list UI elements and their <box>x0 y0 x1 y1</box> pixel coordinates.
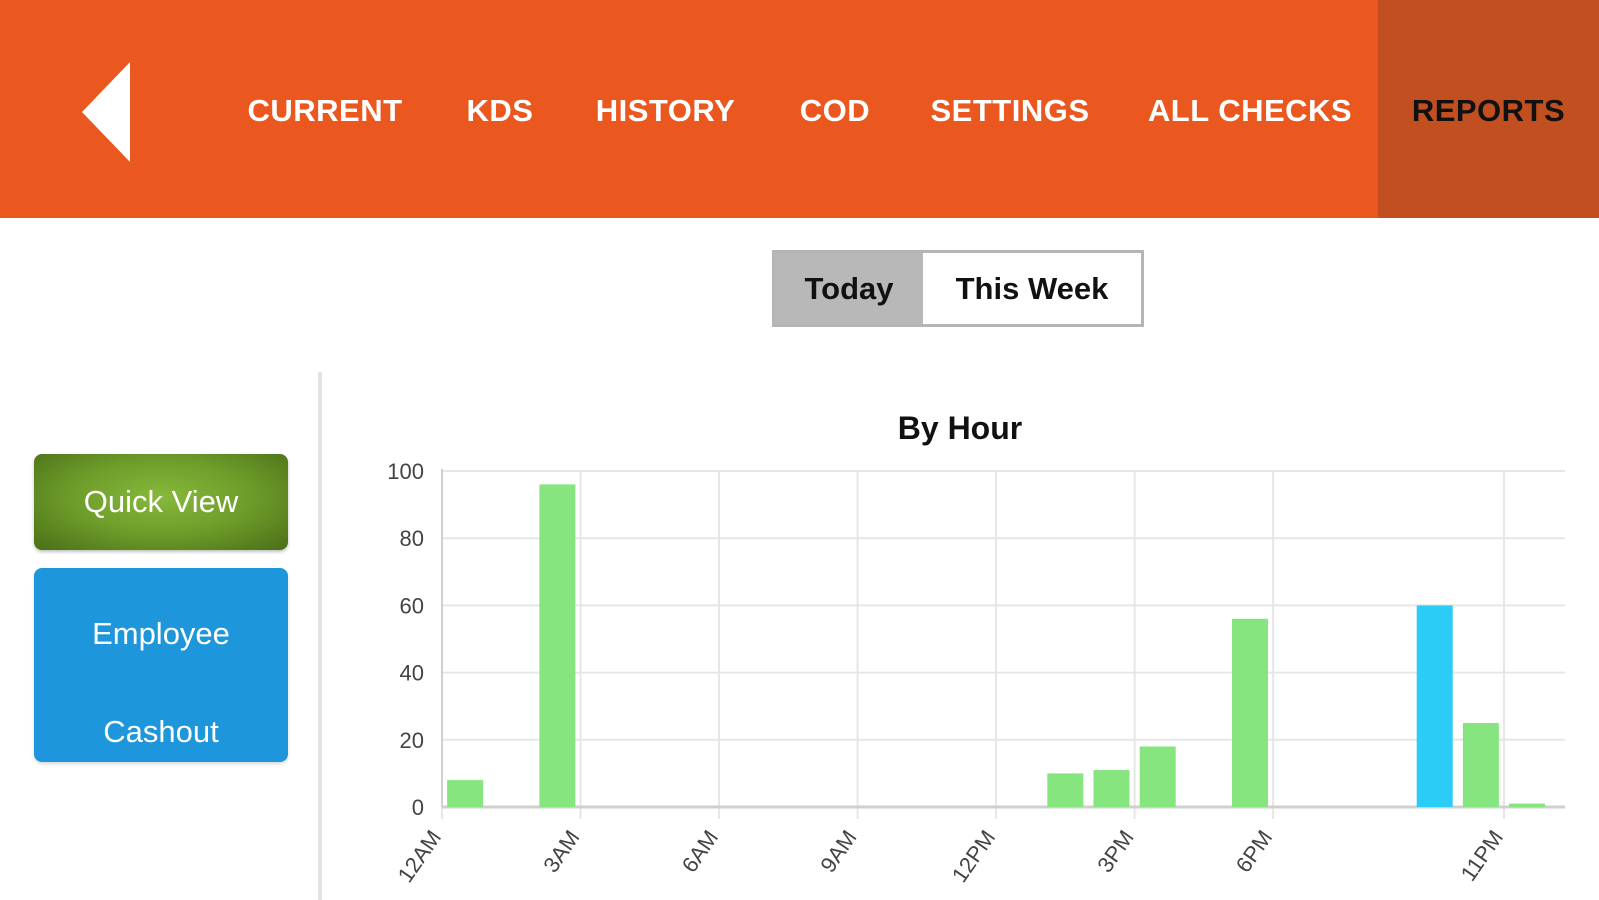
y-tick-label: 100 <box>387 459 424 484</box>
x-tick-label: 6PM <box>1231 826 1277 877</box>
nav-tab-reports[interactable]: REPORTS <box>1378 0 1599 218</box>
sidebar-divider <box>318 372 322 900</box>
period-option-this-week[interactable]: This Week <box>923 253 1141 324</box>
employee-cashout-label-line2: Cashout <box>103 714 219 749</box>
chart-bar <box>1093 770 1130 807</box>
chart-bar <box>1509 803 1546 807</box>
nav-tab-kds[interactable]: KDS <box>455 0 545 218</box>
chart-bar <box>1462 723 1499 807</box>
back-arrow-icon[interactable] <box>60 50 160 170</box>
chart-bar-highlighted <box>1416 605 1453 807</box>
x-tick-label: 12PM <box>947 826 1000 887</box>
x-tick-label: 12AM <box>393 826 446 887</box>
chart-bar <box>1139 746 1176 807</box>
chart-bar <box>1232 618 1268 807</box>
period-toggle: Today This Week <box>772 250 1144 327</box>
x-tick-label: 3AM <box>538 826 584 877</box>
y-tick-label: 40 <box>400 661 424 686</box>
nav-tab-cod[interactable]: COD <box>790 0 880 218</box>
x-tick-label: 3PM <box>1092 826 1138 877</box>
x-tick-label: 11PM <box>1456 826 1509 886</box>
x-tick-label: 6AM <box>677 826 723 877</box>
nav-tab-settings[interactable]: SETTINGS <box>925 0 1095 218</box>
nav-tab-history[interactable]: HISTORY <box>588 0 743 218</box>
period-option-today[interactable]: Today <box>775 253 923 324</box>
y-tick-label: 60 <box>400 593 424 618</box>
chart-bar <box>1047 773 1084 807</box>
chart-title: By Hour <box>897 410 1023 446</box>
quick-view-button[interactable]: Quick View <box>34 454 288 550</box>
chart-bar <box>447 780 484 807</box>
y-tick-label: 20 <box>400 728 424 753</box>
nav-tab-all-checks[interactable]: ALL CHECKS <box>1145 0 1355 218</box>
y-tick-label: 0 <box>412 795 424 820</box>
employee-cashout-button[interactable]: Employee Cashout <box>34 568 288 762</box>
top-navigation-bar: CURRENT KDS HISTORY COD SETTINGS ALL CHE… <box>0 0 1599 218</box>
y-tick-label: 80 <box>400 526 424 551</box>
chart-bar <box>539 484 576 807</box>
quick-view-label: Quick View <box>83 484 239 519</box>
x-tick-label: 9AM <box>815 826 861 877</box>
back-arrow-shape <box>82 62 130 162</box>
employee-cashout-label-line1: Employee <box>92 616 230 651</box>
nav-tab-current[interactable]: CURRENT <box>240 0 410 218</box>
